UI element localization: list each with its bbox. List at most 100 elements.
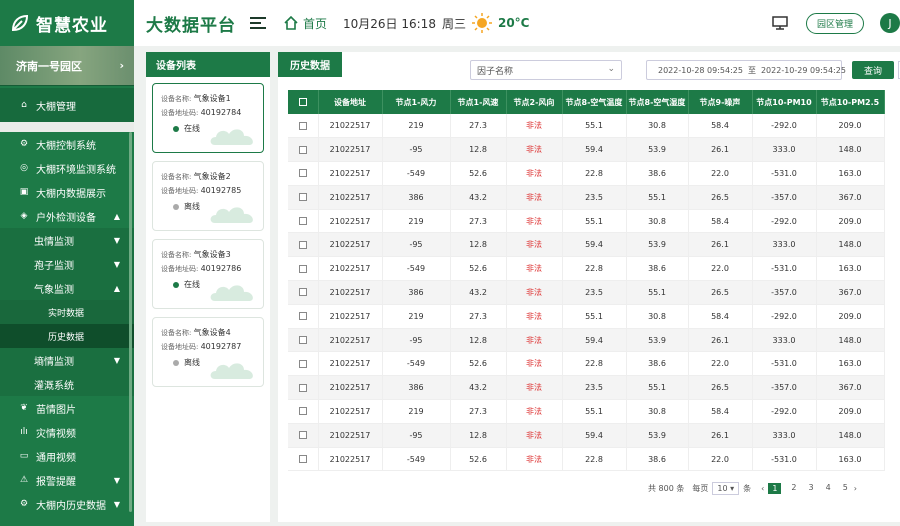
table-cell: 21022517 xyxy=(318,185,383,210)
table-cell: 52.6 xyxy=(450,447,507,472)
table-cell: 22.0 xyxy=(688,351,753,377)
table-cell: 26.1 xyxy=(688,137,753,163)
table-row: 21022517 219 27.3 非法 55.1 30.8 58.4 -292.0 209.0 xyxy=(288,399,885,424)
row-checkbox[interactable] xyxy=(298,288,307,297)
select-all-checkbox[interactable] xyxy=(298,98,307,106)
sidebar-item-greenhouse[interactable]: ⌂ 大棚管理 xyxy=(0,88,134,124)
home-icon: ⌂ xyxy=(21,100,27,110)
device-name: 气象设备4 xyxy=(193,328,231,337)
date-range-picker[interactable]: 2022-10-28 09:54:25 至 2022-10-29 09:54:2… xyxy=(646,60,846,80)
device-addr-row: 设备地址码: 40192784 xyxy=(161,106,263,120)
row-checkbox[interactable] xyxy=(298,121,307,130)
page-number[interactable]: 1 xyxy=(768,483,782,494)
table-cell: 21022517 xyxy=(318,351,383,377)
row-select-cell xyxy=(288,209,319,234)
row-checkbox[interactable] xyxy=(298,407,307,416)
sidebar-item-realtime[interactable]: 实时数据 xyxy=(0,300,134,324)
device-card[interactable]: 设备名称: 气象设备2 设备地址码: 40192785 离线 xyxy=(152,161,264,231)
sidebar-item-history-data[interactable]: ⚙ 大棚内历史数据 ▼ xyxy=(0,492,134,516)
table-cell: 23.5 xyxy=(562,375,627,401)
park-manage-button[interactable]: 园区管理 xyxy=(805,12,864,34)
date-separator: 至 xyxy=(747,65,756,75)
home-icon xyxy=(284,16,298,30)
page-number[interactable]: 2 xyxy=(791,483,796,494)
page-number[interactable]: 5 xyxy=(843,483,848,494)
row-checkbox[interactable] xyxy=(298,312,307,321)
factor-select[interactable]: 因子名称 ⌄ xyxy=(470,60,622,80)
device-card[interactable]: 设备名称: 气象设备1 设备地址码: 40192784 在线 xyxy=(152,83,264,153)
monitor-icon[interactable] xyxy=(772,16,788,30)
table-row: 21022517 -95 12.8 非法 59.4 53.9 26.1 333.0 148.0 xyxy=(288,328,885,353)
sidebar-item-alarm[interactable]: ⚠ 报警提醒 ▼ xyxy=(0,468,134,492)
row-checkbox[interactable] xyxy=(298,169,307,178)
row-checkbox[interactable] xyxy=(298,455,307,464)
device-card[interactable]: 设备名称: 气象设备3 设备地址码: 40192786 在线 xyxy=(152,239,264,309)
brand-logo[interactable]: 智慧农业 xyxy=(0,0,134,46)
query-button[interactable]: 查询 xyxy=(852,61,894,79)
row-checkbox[interactable] xyxy=(298,383,307,392)
sidebar-item-disaster-video[interactable]: ılı 灾情视频 xyxy=(0,420,134,444)
sidebar-item-irrigation[interactable]: 灌溉系统 xyxy=(0,372,134,396)
top-bar: 智慧农业 大数据平台 首页 10月26日 16:18 周三 20°C 园区管理 … xyxy=(0,0,900,46)
sidebar-item-history[interactable]: 历史数据 xyxy=(0,324,134,348)
table-cell: 22.8 xyxy=(562,161,627,186)
table-cell: -357.0 xyxy=(752,280,817,305)
sidebar-item-env-monitor[interactable]: ◎ 大棚环境监测系统 xyxy=(0,156,134,180)
sidebar: 济南一号园区 › ⌂ 大棚管理 ⚙ 大棚控制系统 ◎ 大棚环境监测系统 ▣ 大棚… xyxy=(0,46,134,526)
row-checkbox[interactable] xyxy=(298,359,307,368)
warning-icon: ⚠ xyxy=(19,475,29,485)
sidebar-item-pest[interactable]: 虫情监测 ▼ xyxy=(0,228,134,252)
row-checkbox[interactable] xyxy=(298,193,307,202)
table-cell: 209.0 xyxy=(816,209,885,234)
sidebar-item-seedling[interactable]: ❦ 苗情图片 xyxy=(0,396,134,420)
table-cell: 209.0 xyxy=(816,304,885,329)
table-cell: 22.0 xyxy=(688,256,753,282)
row-checkbox[interactable] xyxy=(298,264,307,273)
table-cell: 21022517 xyxy=(318,423,383,448)
row-checkbox[interactable] xyxy=(298,431,307,440)
sidebar-item-general-video[interactable]: ▭ 通用视频 xyxy=(0,444,134,468)
row-checkbox[interactable] xyxy=(298,145,307,154)
status-dot xyxy=(173,203,179,210)
table-cell: 333.0 xyxy=(752,328,817,353)
sidebar-item-outdoor[interactable]: ◈ 户外检测设备 ▲ xyxy=(0,204,134,228)
table-cell: 12.8 xyxy=(450,232,507,258)
leaf-logo-icon xyxy=(11,14,29,32)
sidebar-item-data-display[interactable]: ▣ 大棚内数据展示 xyxy=(0,180,134,204)
table-cell: 58.4 xyxy=(688,209,753,234)
pagination: 共 800 条 每页 10 ▾ 条 ‹ 12345 › xyxy=(648,482,857,495)
sidebar-item-spore[interactable]: 孢子监测 ▼ xyxy=(0,252,134,276)
table-cell: -531.0 xyxy=(752,351,817,377)
device-addr-label: 设备地址码: xyxy=(161,343,199,351)
video-icon: ▭ xyxy=(19,451,29,461)
device-addr-row: 设备地址码: 40192787 xyxy=(161,340,263,354)
table-cell: 22.8 xyxy=(562,447,627,472)
table-cell: 非法 xyxy=(506,209,563,234)
sidebar-item-weather[interactable]: 气象监测 ▲ xyxy=(0,276,134,300)
sidebar-scrollbar[interactable] xyxy=(129,132,132,512)
chevron-down-icon: ▼ xyxy=(113,499,120,509)
table-cell: 21022517 xyxy=(318,209,383,234)
per-page-select[interactable]: 10 ▾ xyxy=(712,482,740,495)
next-page-icon[interactable]: › xyxy=(854,484,857,493)
row-checkbox[interactable] xyxy=(298,217,307,226)
row-checkbox[interactable] xyxy=(298,240,307,249)
column-header: 节点10-PM10 xyxy=(752,90,817,114)
sidebar-item-soil[interactable]: 墒情监测 ▼ xyxy=(0,348,134,372)
page-number[interactable]: 4 xyxy=(826,483,831,494)
table-cell: 非法 xyxy=(506,447,563,472)
row-checkbox[interactable] xyxy=(298,336,307,345)
menu-toggle-icon[interactable] xyxy=(250,17,266,29)
table-cell: 55.1 xyxy=(626,185,689,210)
home-link[interactable]: 首页 xyxy=(284,15,327,32)
page-number[interactable]: 3 xyxy=(809,483,814,494)
chevron-down-icon: ▼ xyxy=(113,235,120,245)
park-selector[interactable]: 济南一号园区 › xyxy=(0,46,134,86)
tab-history[interactable]: 历史数据 xyxy=(278,52,342,77)
device-card[interactable]: 设备名称: 气象设备4 设备地址码: 40192787 离线 xyxy=(152,317,264,387)
sidebar-item-control[interactable]: ⚙ 大棚控制系统 xyxy=(0,132,134,156)
avatar[interactable]: J xyxy=(880,13,900,33)
row-select-cell xyxy=(288,161,319,186)
table-cell: -531.0 xyxy=(752,447,817,472)
table-cell: 30.8 xyxy=(626,399,689,424)
